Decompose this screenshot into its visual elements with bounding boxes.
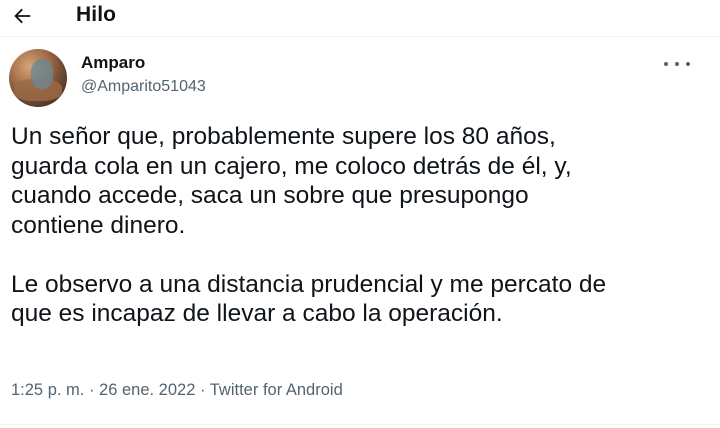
author-handle[interactable]: @Amparito51043 (81, 78, 206, 96)
thread-header: Hilo (0, 0, 720, 36)
tweet-line: Un señor que, probablemente supere los 8… (11, 123, 556, 150)
tweet-line: cuando accede, saca un sobre que presupo… (11, 182, 529, 209)
tweet-divider (0, 424, 720, 425)
meta-separator: · (195, 381, 210, 399)
tweet-time[interactable]: 1:25 p. m. (11, 381, 84, 399)
more-horizontal-icon-dot (675, 62, 679, 66)
arrow-left-icon (14, 8, 31, 24)
tweet-line: contiene dinero. (11, 211, 186, 239)
header-divider (0, 36, 720, 37)
page-title: Hilo (76, 3, 117, 26)
more-options-button[interactable] (664, 56, 690, 72)
meta-separator: · (84, 381, 100, 399)
tweet-text: Un señor que, probablemente supere los 8… (11, 122, 711, 329)
tweet-line: Le observo a una distancia prudencial y … (11, 270, 607, 298)
back-button[interactable] (8, 2, 36, 30)
tweet-source[interactable]: Twitter for Android (210, 381, 343, 399)
avatar-photo-highlight (31, 59, 53, 89)
author-display-name[interactable]: Amparo (81, 53, 145, 73)
avatar[interactable] (9, 49, 67, 107)
tweet-metadata: 1:25 p. m. · 26 ene. 2022 · Twitter for … (11, 381, 343, 400)
more-horizontal-icon-dot (686, 62, 690, 66)
tweet-line: que es incapaz de llevar a cabo la opera… (11, 300, 503, 327)
tweet-date[interactable]: 26 ene. 2022 (99, 381, 195, 399)
tweet-line: guarda cola en un cajero, me coloco detr… (11, 152, 572, 180)
more-horizontal-icon (664, 62, 668, 66)
